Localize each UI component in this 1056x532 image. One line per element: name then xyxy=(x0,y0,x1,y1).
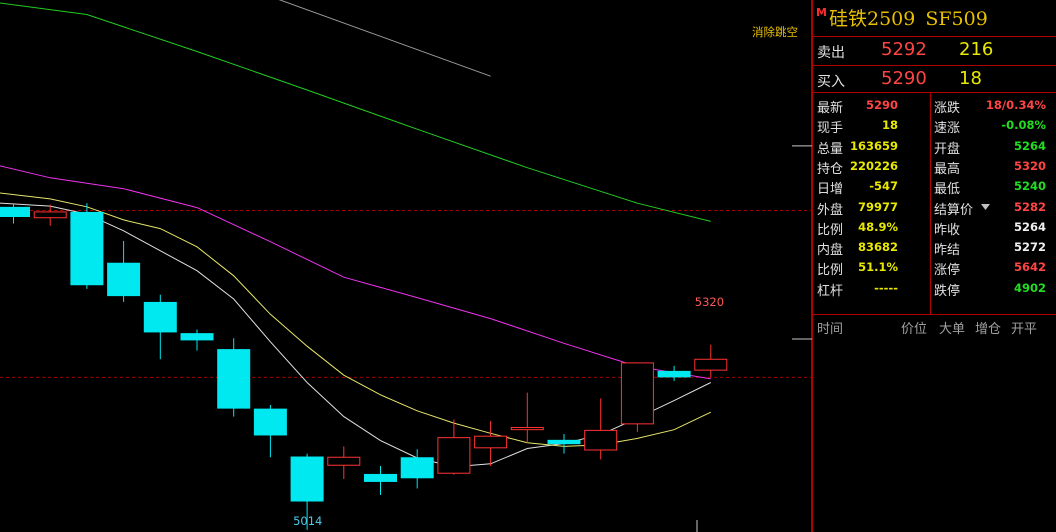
stat-value: -0.08% xyxy=(1001,118,1046,133)
stat-label: 日增 xyxy=(817,182,844,198)
candle-body xyxy=(327,456,361,466)
quote-header: M 硅铁2509 SF509 xyxy=(813,0,1056,37)
stat-label: 现手 xyxy=(817,121,844,137)
candle-body xyxy=(584,429,618,451)
stat-row: 日增 -547 最低 5240 xyxy=(813,175,1056,198)
stat-label: 速涨 xyxy=(934,121,961,137)
candle-body xyxy=(107,262,141,297)
tick-header-oi-change[interactable]: 增仓 xyxy=(975,318,1001,338)
candle-body xyxy=(620,362,654,425)
stat-value: 5642 xyxy=(1013,260,1046,275)
stat-value: 5290 xyxy=(865,98,898,112)
stat-label: 跌停 xyxy=(934,283,961,299)
stat-label: 昨收 xyxy=(934,222,961,238)
stat-label: 涨停 xyxy=(934,263,961,279)
stat-value: 79977 xyxy=(857,199,898,214)
candle-body xyxy=(33,211,67,219)
stat-label: 涨跌 xyxy=(934,101,961,116)
stat-value: 163659 xyxy=(849,138,898,153)
stat-value: 5320 xyxy=(1013,158,1046,173)
stat-label: 杠杆 xyxy=(817,283,844,299)
stat-label: 最高 xyxy=(934,161,961,177)
stat-label: 外盘 xyxy=(817,202,844,218)
candle-body xyxy=(253,408,287,436)
stat-label: 持仓 xyxy=(817,161,844,177)
stats-tick-divider xyxy=(813,314,1056,315)
stat-label: 总量 xyxy=(817,141,844,157)
bid-label: 买入 xyxy=(817,74,845,90)
stat-label: 比例 xyxy=(817,222,844,238)
stat-value: 5264 xyxy=(1013,138,1046,153)
bid-stats-divider xyxy=(813,92,1056,93)
ask-price: 5292 xyxy=(881,39,927,60)
bid-row: 买入 5290 18 xyxy=(813,65,1056,94)
candle-body xyxy=(143,301,177,333)
stat-row: 杠杆 ----- 跌停 4902 xyxy=(813,277,1056,299)
candle-body xyxy=(70,211,104,286)
bid-volume: 18 xyxy=(959,68,982,89)
stat-value: ----- xyxy=(874,280,898,295)
candle-body xyxy=(474,435,508,449)
stat-label: 比例 xyxy=(817,263,844,279)
candle-body xyxy=(364,473,397,482)
stat-row: 最新 5290 涨跌 18/0.34% xyxy=(813,94,1056,116)
stat-row: 内盘 83682 昨结 5272 xyxy=(813,236,1056,259)
candle-body xyxy=(0,206,30,218)
candle-body xyxy=(657,370,691,378)
stat-row: 外盘 79977 结算价 5282 xyxy=(813,196,1056,218)
contract-title: 硅铁2509 SF509 xyxy=(829,4,998,31)
stat-row: 总量 163659 开盘 5264 xyxy=(813,135,1056,157)
tick-header-time[interactable]: 时间 xyxy=(817,318,843,338)
low-price-label: 5014 xyxy=(293,514,322,528)
stat-value: -547 xyxy=(869,179,898,194)
candle-body xyxy=(217,349,251,409)
candle-body xyxy=(180,333,214,341)
quote-panel: M 硅铁2509 SF509 卖出 5292 216 买入 5290 18 最新 5… xyxy=(812,0,1056,532)
stat-value: 5240 xyxy=(1013,179,1046,194)
stat-value: 18 xyxy=(881,118,898,133)
bid-price: 5290 xyxy=(881,68,927,89)
stat-value: 220226 xyxy=(849,158,898,173)
tick-header-bigorder[interactable]: 大单 xyxy=(939,318,965,338)
candle-body xyxy=(547,439,581,445)
contract-name: 硅铁2509 xyxy=(829,8,916,30)
stat-row: 现手 18 速涨 -0.08% xyxy=(813,114,1056,137)
candle-body xyxy=(694,358,728,371)
kline-chart[interactable]: 5320 5014 消除跳空 xyxy=(0,0,812,532)
ask-label: 卖出 xyxy=(817,45,845,61)
stat-row: 比例 48.9% 昨收 5264 xyxy=(813,216,1056,238)
candle-body xyxy=(290,456,324,502)
menu-badge[interactable]: M xyxy=(816,6,827,19)
stat-row: 持仓 220226 最高 5320 xyxy=(813,155,1056,177)
stat-value: 51.1% xyxy=(858,260,898,275)
candle-body xyxy=(400,457,434,479)
ask-volume: 216 xyxy=(959,39,994,60)
stat-label: 最低 xyxy=(934,182,961,198)
candle-body xyxy=(510,426,544,431)
stat-label: 最新 xyxy=(817,101,844,116)
stat-value: 83682 xyxy=(857,240,898,255)
stat-value: 5264 xyxy=(1013,219,1046,234)
stat-value: 48.9% xyxy=(858,219,898,234)
tick-header-open-close[interactable]: 开平 xyxy=(1011,318,1037,338)
stat-label: 内盘 xyxy=(817,243,844,259)
stat-value: 5272 xyxy=(1013,240,1046,255)
stat-value: 18/0.34% xyxy=(985,98,1046,112)
settle-dropdown-icon[interactable] xyxy=(981,203,991,212)
stat-label: 昨结 xyxy=(934,243,961,259)
stat-value: 5282 xyxy=(1013,199,1046,214)
stat-label: 结算价 xyxy=(934,202,974,218)
tick-header-price[interactable]: 价位 xyxy=(901,318,927,338)
gap-fill-toggle[interactable]: 消除跳空 xyxy=(752,25,798,39)
stat-label: 开盘 xyxy=(934,141,961,157)
contract-code: SF509 xyxy=(925,8,988,30)
ask-row: 卖出 5292 216 xyxy=(813,36,1056,65)
stat-row: 比例 51.1% 涨停 5642 xyxy=(813,256,1056,279)
candle-body xyxy=(437,437,471,474)
stat-value: 4902 xyxy=(1013,280,1046,295)
high-price-label: 5320 xyxy=(695,295,724,309)
